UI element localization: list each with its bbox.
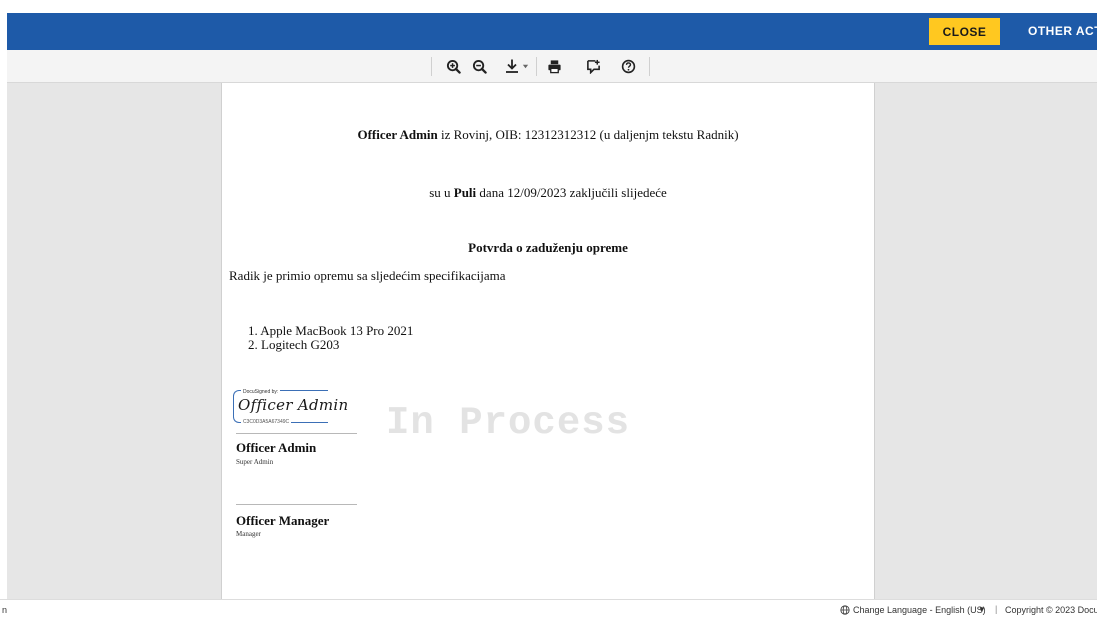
document-viewer[interactable]: Officer Admin iz Rovinj, OIB: 1231231231… (7, 83, 1097, 599)
footer-left-text: n (2, 605, 8, 615)
place-date-line: su u Puli dana 12/09/2023 zaključili sli… (222, 185, 874, 201)
zoom-out-icon (472, 59, 487, 74)
docusigned-label: DocuSigned by: (241, 389, 281, 395)
language-dropdown-caret[interactable]: ▼ (978, 605, 986, 614)
intro-text: Radik je primio opremu sa sljedećim spec… (229, 268, 506, 283)
document-toolbar (7, 50, 1097, 83)
signer-role: Super Admin (236, 458, 274, 466)
signature-code: C3C0D3A5A67349C (241, 419, 292, 425)
docusign-viewer-page: CLOSE OTHER ACTI (0, 0, 1097, 619)
toolbar-divider (431, 57, 432, 76)
globe-icon (840, 605, 850, 615)
add-comment-button[interactable] (582, 54, 604, 78)
place-prefix: su u (429, 185, 454, 200)
copyright-text: Copyright © 2023 DocuS (1005, 605, 1097, 615)
place-name: Puli (453, 185, 477, 200)
party-line: Officer Admin iz Rovinj, OIB: 1231231231… (222, 127, 874, 143)
signature-line (236, 504, 357, 505)
toolbar-divider (536, 57, 537, 76)
download-icon (505, 59, 518, 73)
comment-add-icon (586, 59, 600, 74)
change-language-link[interactable]: Change Language - English (US) (853, 605, 986, 615)
footer-separator: | (995, 604, 998, 614)
toolbar-divider (649, 57, 650, 76)
zoom-in-button[interactable] (442, 54, 464, 78)
equipment-list: 1. Apple MacBook 13 Pro 2021 2. Logitech… (248, 324, 413, 352)
signer-role: Manager (236, 530, 261, 538)
header-bar: CLOSE OTHER ACTI (7, 13, 1097, 50)
print-icon (547, 59, 561, 73)
list-item: 2. Logitech G203 (248, 337, 340, 352)
place-suffix: dana 12/09/2023 zaključili slijedeće (476, 185, 667, 200)
handwritten-signature: Officer Admin (238, 396, 349, 414)
zoom-in-icon (446, 59, 461, 74)
signer-name: Officer Manager (236, 513, 330, 528)
other-actions-button[interactable]: OTHER ACTI (1019, 18, 1097, 45)
top-strip (0, 0, 1097, 13)
help-icon (621, 59, 635, 73)
chevron-down-icon (522, 64, 528, 68)
document-page: Officer Admin iz Rovinj, OIB: 1231231231… (221, 83, 875, 599)
close-button[interactable]: CLOSE (929, 18, 1000, 45)
signature-line (236, 433, 357, 434)
print-button[interactable] (543, 54, 565, 78)
signer-name: Officer Admin (236, 440, 317, 455)
list-item: 1. Apple MacBook 13 Pro 2021 (248, 323, 414, 338)
help-button[interactable] (617, 54, 639, 78)
document-heading: Potvrda o zaduženju opreme (468, 240, 628, 255)
zoom-out-button[interactable] (468, 54, 490, 78)
party-details: iz Rovinj, OIB: 12312312312 (u daljenjm … (437, 127, 739, 142)
status-watermark: In Process (386, 401, 631, 445)
download-button[interactable] (500, 54, 532, 78)
footer-bar: n Change Language - English (US) ▼ | Cop… (0, 599, 1097, 619)
party-name: Officer Admin (357, 127, 438, 142)
